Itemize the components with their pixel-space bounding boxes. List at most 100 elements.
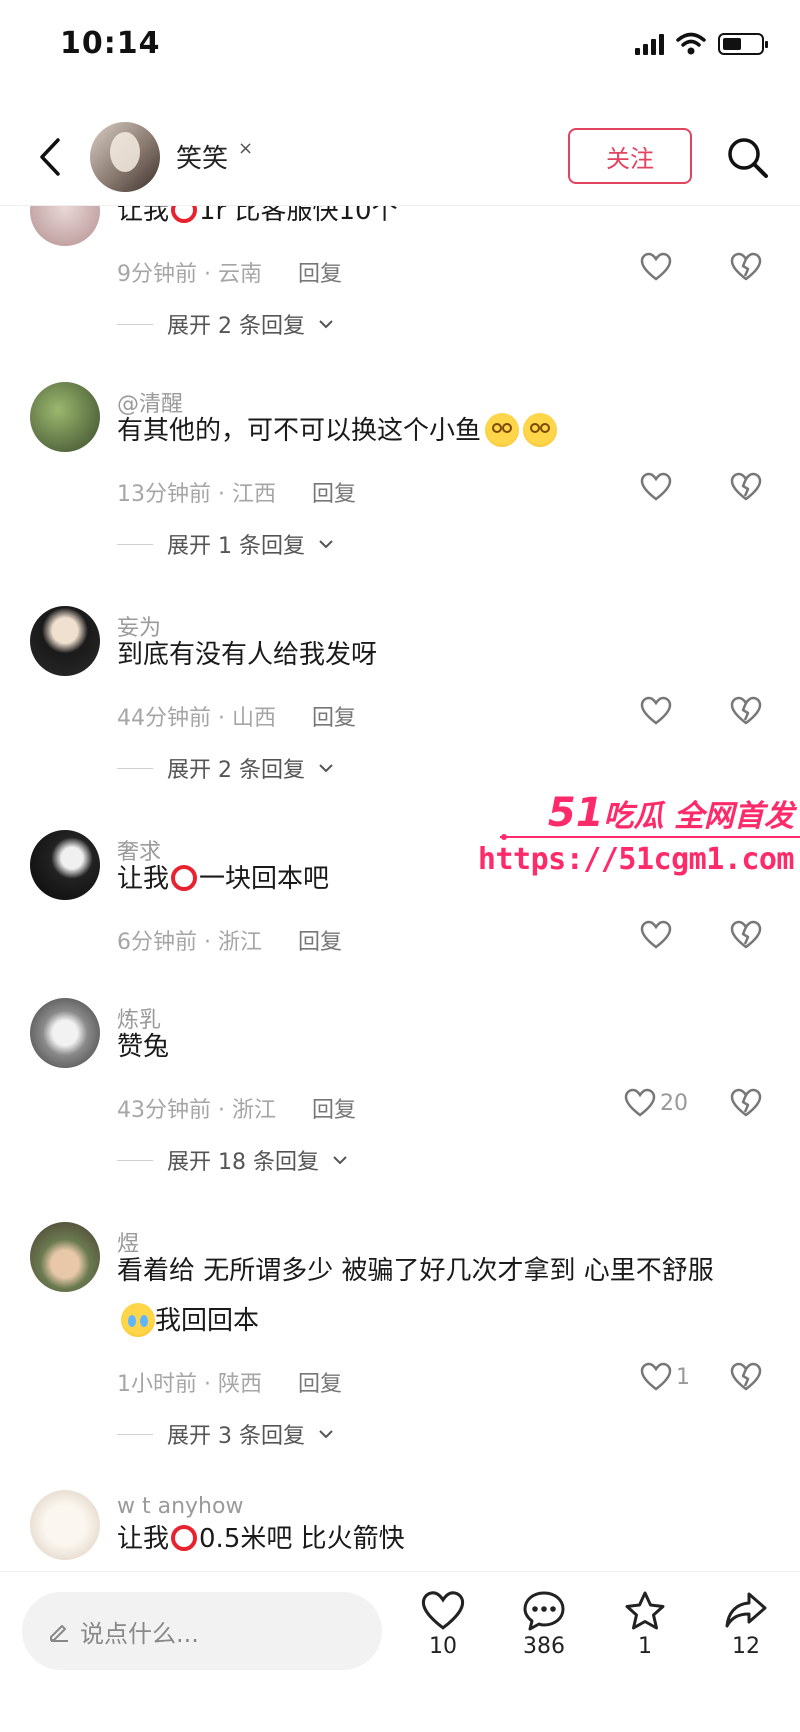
share-total: 12 bbox=[732, 1634, 760, 1659]
star-icon bbox=[625, 1591, 665, 1630]
red-circle-icon bbox=[171, 206, 198, 223]
broken-heart-icon bbox=[730, 472, 762, 501]
comment-total: 386 bbox=[523, 1634, 565, 1659]
heart-icon bbox=[640, 920, 672, 949]
like-action-button[interactable]: 10 bbox=[403, 1590, 483, 1659]
reply-button[interactable]: 回复 bbox=[298, 924, 342, 956]
dislike-button[interactable] bbox=[730, 1362, 762, 1396]
commenter-avatar[interactable] bbox=[30, 382, 100, 452]
pencil-icon bbox=[50, 1625, 68, 1642]
comment-text: 让我 1r 比客服快10个 bbox=[117, 206, 757, 236]
comment-action-button[interactable]: 386 bbox=[504, 1590, 584, 1659]
status-icons bbox=[635, 32, 768, 56]
comment-meta: 9分钟前 · 云南 回复 bbox=[117, 256, 342, 288]
dislike-button[interactable] bbox=[730, 472, 762, 506]
dislike-button[interactable] bbox=[730, 696, 762, 730]
commenter-avatar[interactable] bbox=[30, 206, 100, 246]
header-close-mark: × bbox=[238, 138, 254, 159]
comment-text: 有其他的，可不可以换这个小鱼 bbox=[117, 406, 757, 456]
watermark: 51吃瓜 全网首发 https://51cgm1.com bbox=[478, 790, 800, 890]
drooling-face-emoji-icon bbox=[523, 413, 558, 447]
like-button[interactable] bbox=[640, 472, 672, 502]
commenter-avatar[interactable] bbox=[30, 1222, 100, 1292]
reply-button[interactable]: 回复 bbox=[298, 1366, 342, 1398]
comment-text: 到底有没有人给我发呀 bbox=[117, 640, 378, 670]
author-name[interactable]: 笑笑 bbox=[176, 138, 228, 175]
comment-input-placeholder: 说点什么... bbox=[80, 1619, 199, 1648]
reply-button[interactable]: 回复 bbox=[312, 1092, 356, 1124]
dislike-button[interactable] bbox=[730, 252, 762, 286]
comment-input[interactable]: 说点什么... bbox=[22, 1592, 382, 1670]
chevron-down-icon bbox=[319, 764, 333, 773]
comment-time-location: 9分钟前 · 云南 bbox=[117, 262, 262, 287]
search-button[interactable] bbox=[724, 134, 772, 182]
comment-time-location: 6分钟前 · 浙江 bbox=[117, 930, 262, 955]
comment-time-location: 1小时前 · 陕西 bbox=[117, 1372, 262, 1397]
commenter-avatar[interactable] bbox=[30, 998, 100, 1068]
like-button[interactable] bbox=[640, 920, 672, 950]
like-button[interactable] bbox=[640, 696, 672, 726]
chevron-down-icon bbox=[319, 1430, 333, 1439]
expand-replies-button[interactable]: 展开 18 条回复 bbox=[117, 1144, 347, 1176]
reply-button[interactable]: 回复 bbox=[298, 256, 342, 288]
dislike-button[interactable] bbox=[730, 1088, 762, 1122]
status-time: 10:14 bbox=[60, 26, 161, 61]
favorite-action-button[interactable]: 1 bbox=[605, 1590, 685, 1659]
search-icon bbox=[728, 138, 768, 178]
follow-button[interactable]: 关注 bbox=[568, 128, 692, 184]
reply-button[interactable]: 回复 bbox=[312, 476, 356, 508]
broken-heart-icon bbox=[730, 1088, 762, 1117]
like-count: 20 bbox=[660, 1090, 688, 1116]
status-bar: 10:14 bbox=[0, 0, 800, 100]
comment-text: 赞兔 bbox=[117, 1032, 170, 1062]
header: 笑笑 × 关注 bbox=[0, 110, 800, 206]
like-button[interactable]: 1 bbox=[640, 1362, 690, 1392]
chevron-down-icon bbox=[319, 540, 333, 549]
comment-meta: 44分钟前 · 山西 回复 bbox=[117, 700, 356, 732]
crying-face-emoji-icon bbox=[121, 1303, 155, 1337]
watermark-url: https://51cgm1.com bbox=[477, 842, 795, 877]
comment-text: 看着给 无所谓多少 被骗了好几次才拿到 心里不舒服 我回回本 bbox=[117, 1256, 714, 1337]
comment-time-location: 44分钟前 · 山西 bbox=[117, 706, 276, 731]
bottom-bar: 说点什么... 10 386 1 12 bbox=[0, 1571, 800, 1732]
dislike-button[interactable] bbox=[730, 920, 762, 954]
expand-replies-button[interactable]: 展开 3 条回复 bbox=[117, 1418, 333, 1450]
broken-heart-icon bbox=[730, 696, 762, 725]
comment-bubble-icon bbox=[523, 1591, 565, 1631]
comment-meta: 6分钟前 · 浙江 回复 bbox=[117, 924, 342, 956]
wifi-icon bbox=[676, 32, 706, 55]
reply-button[interactable]: 回复 bbox=[312, 700, 356, 732]
watermark-title: 51吃瓜 全网首发 bbox=[547, 790, 794, 836]
like-button[interactable]: 20 bbox=[624, 1088, 688, 1118]
expand-replies-button[interactable]: 展开 2 条回复 bbox=[117, 308, 333, 340]
like-total: 10 bbox=[429, 1634, 457, 1659]
share-action-button[interactable]: 12 bbox=[706, 1590, 786, 1659]
chevron-down-icon bbox=[333, 1156, 347, 1165]
battery-icon bbox=[718, 33, 768, 55]
broken-heart-icon bbox=[730, 1362, 762, 1391]
drooling-face-emoji-icon bbox=[485, 413, 520, 447]
commenter-avatar[interactable] bbox=[30, 830, 100, 900]
watermark-line-decoration bbox=[500, 834, 800, 840]
back-button[interactable] bbox=[30, 132, 70, 182]
chevron-down-icon bbox=[319, 320, 333, 329]
comment-meta: 13分钟前 · 江西 回复 bbox=[117, 476, 356, 508]
broken-heart-icon bbox=[730, 252, 762, 281]
comment-time-location: 13分钟前 · 江西 bbox=[117, 482, 276, 507]
expand-replies-button[interactable]: 展开 2 条回复 bbox=[117, 752, 333, 784]
expand-replies-button[interactable]: 展开 1 条回复 bbox=[117, 528, 333, 560]
heart-icon bbox=[640, 1362, 672, 1391]
commenter-avatar[interactable] bbox=[30, 606, 100, 676]
heart-icon bbox=[640, 696, 672, 725]
comment-meta: 43分钟前 · 浙江 回复 bbox=[117, 1092, 356, 1124]
comment-meta: 1小时前 · 陕西 回复 bbox=[117, 1366, 342, 1398]
heart-icon bbox=[421, 1591, 465, 1630]
commenter-avatar[interactable] bbox=[30, 1490, 100, 1560]
share-arrow-icon bbox=[725, 1592, 767, 1628]
author-avatar[interactable] bbox=[90, 122, 160, 192]
cellular-signal-icon bbox=[635, 33, 664, 55]
like-button[interactable] bbox=[640, 252, 672, 282]
red-circle-icon bbox=[171, 1525, 198, 1551]
red-circle-icon bbox=[171, 865, 198, 891]
heart-icon bbox=[640, 472, 672, 501]
